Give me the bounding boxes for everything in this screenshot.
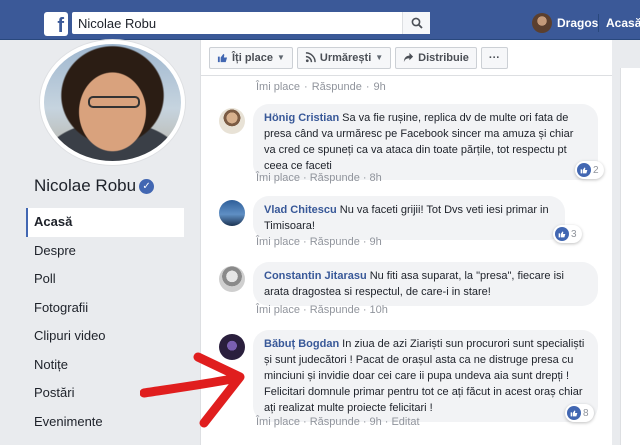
follow-button[interactable]: Urmărești ▼: [296, 46, 392, 69]
reaction-count[interactable]: 3: [553, 225, 582, 243]
comment-bubble: Băbuț Bogdan In ziua de azi Ziariști sun …: [253, 330, 598, 422]
reaction-count[interactable]: 8: [565, 404, 594, 422]
nav-item-photos[interactable]: Fotografii: [26, 294, 184, 323]
nav-item-events[interactable]: Evenimente: [26, 408, 184, 437]
comment-meta: Îmi place · Răspunde · 9h: [256, 236, 382, 248]
comment-bubble: Hönig Cristian Sa va fie rușine, replica …: [253, 104, 598, 180]
commenter-avatar[interactable]: [219, 266, 245, 292]
more-options-button[interactable]: ···: [480, 46, 508, 69]
comment-meta: Îmi place · Răspunde · 8h: [256, 172, 382, 184]
page-nav: Acasă Despre Poll Fotografii Clipuri vid…: [26, 208, 184, 436]
nav-item-posts[interactable]: Postări: [26, 379, 184, 408]
reaction-number: 8: [583, 407, 589, 419]
search-button[interactable]: [402, 12, 430, 34]
reaction-count[interactable]: 2: [575, 161, 604, 179]
search-box: [72, 12, 430, 34]
nav-item-poll[interactable]: Poll: [26, 265, 184, 294]
facebook-logo-icon[interactable]: f: [44, 12, 68, 36]
reaction-number: 3: [571, 228, 577, 240]
previous-comment-meta: Îmi place · Răspunde · 9h: [256, 81, 386, 93]
like-reaction-icon: [555, 227, 569, 241]
thumbs-up-icon: [217, 53, 228, 63]
like-link[interactable]: Îmi place: [256, 416, 300, 428]
comment-time[interactable]: 9h: [374, 81, 386, 93]
search-icon: [411, 17, 423, 29]
nav-item-about[interactable]: Despre: [26, 237, 184, 266]
reaction-number: 2: [593, 164, 599, 176]
comment-time[interactable]: 10h: [370, 304, 388, 316]
comment-author[interactable]: Hönig Cristian: [264, 112, 339, 124]
comment-author[interactable]: Vlad Chitescu: [264, 204, 337, 216]
like-page-button[interactable]: Îți place ▼: [209, 46, 293, 69]
nav-item-videos[interactable]: Clipuri video: [26, 322, 184, 351]
comment-time[interactable]: 9h: [370, 416, 382, 428]
home-link[interactable]: Acasă: [606, 16, 640, 30]
page-name-text: Nicolae Robu: [34, 176, 137, 195]
like-link[interactable]: Îmi place: [256, 81, 300, 93]
like-page-label: Îți place: [232, 51, 273, 64]
commenter-avatar[interactable]: [219, 334, 245, 360]
comment-time[interactable]: 9h: [370, 236, 382, 248]
follow-label: Urmărești: [319, 51, 372, 64]
user-avatar[interactable]: [532, 13, 552, 33]
share-label: Distribuie: [418, 51, 469, 64]
comment-bubble: Constantin Jitarasu Nu fiti asa suparat, …: [253, 262, 598, 306]
top-bar: f Dragos Acasă: [0, 0, 640, 40]
edited-label[interactable]: Editat: [391, 416, 419, 428]
reply-link[interactable]: Răspunde: [310, 304, 360, 316]
rss-follow-icon: [305, 52, 316, 63]
page-name[interactable]: Nicolae Robu ✓: [34, 176, 155, 196]
nav-item-home[interactable]: Acasă: [26, 208, 184, 237]
comment-meta: Îmi place · Răspunde · 9h · Editat: [256, 416, 420, 428]
like-link[interactable]: Îmi place: [256, 304, 300, 316]
reply-link[interactable]: Răspunde: [310, 416, 360, 428]
topbar-divider: [598, 14, 599, 32]
like-reaction-icon: [577, 163, 591, 177]
share-button[interactable]: Distribuie: [395, 46, 477, 69]
comment-author[interactable]: Constantin Jitarasu: [264, 270, 367, 282]
user-name-link[interactable]: Dragos: [557, 16, 598, 30]
commenter-avatar[interactable]: [219, 200, 245, 226]
like-link[interactable]: Îmi place: [256, 236, 300, 248]
like-reaction-icon: [567, 406, 581, 420]
profile-picture[interactable]: [40, 40, 185, 165]
comment-time[interactable]: 8h: [370, 172, 382, 184]
post-comments-panel: Îți place ▼ Urmărești ▼ Distribuie ··· Î…: [200, 40, 613, 445]
comment-author[interactable]: Băbuț Bogdan: [264, 338, 339, 350]
search-input[interactable]: [72, 12, 402, 34]
right-column-card: [620, 68, 640, 445]
nav-item-notes[interactable]: Notițe: [26, 351, 184, 380]
verified-check-icon: ✓: [139, 179, 155, 194]
profile-picture-glasses: [88, 96, 140, 108]
commenter-avatar[interactable]: [219, 108, 245, 134]
reply-link[interactable]: Răspunde: [312, 81, 362, 93]
share-arrow-icon: [404, 52, 414, 63]
like-link[interactable]: Îmi place: [256, 172, 300, 184]
chevron-down-icon: ▼: [276, 53, 285, 62]
comment-bubble: Vlad Chitescu Nu va faceti grijii! Tot Dv…: [253, 196, 565, 240]
page-action-bar: Îți place ▼ Urmărești ▼ Distribuie ···: [201, 40, 613, 76]
reply-link[interactable]: Răspunde: [310, 236, 360, 248]
reply-link[interactable]: Răspunde: [310, 172, 360, 184]
chevron-down-icon: ▼: [375, 53, 384, 62]
comment-meta: Îmi place · Răspunde · 10h: [256, 304, 388, 316]
